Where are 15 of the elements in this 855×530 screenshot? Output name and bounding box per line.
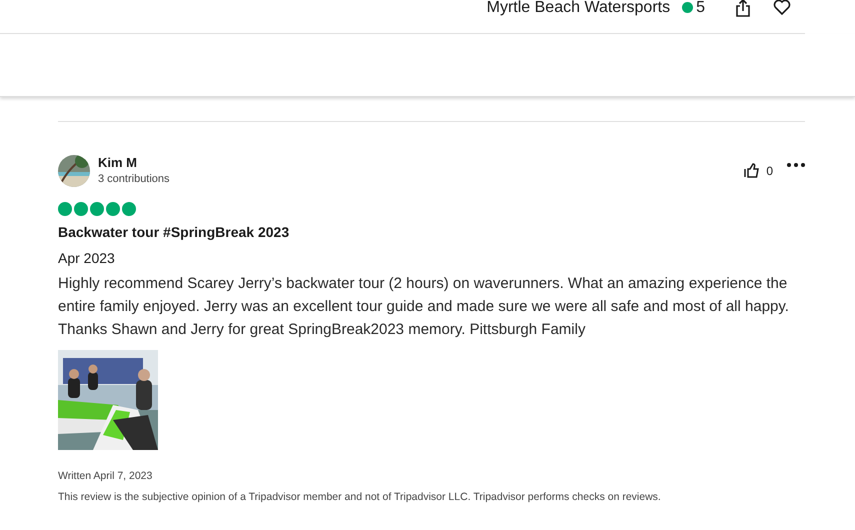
review-date: Apr 2023 <box>58 249 116 268</box>
review-title: Backwater tour #SpringBreak 2023 <box>58 223 290 242</box>
rating-dot-icon <box>682 2 694 13</box>
disclaimer-text: This review is the subjective opinion of a Tripadvisor member and not of Tripadvisor LLC. Tripadvisor performs checks on reviews. <box>58 490 662 504</box>
business-name: Myrtle Beach Watersports <box>486 0 670 16</box>
rating-count: 5 <box>696 0 705 16</box>
contributions-count: 3 contributions <box>98 172 171 187</box>
heart-icon[interactable] <box>773 0 791 15</box>
avatar[interactable] <box>58 155 90 187</box>
share-icon[interactable] <box>735 0 751 17</box>
helpful-button[interactable]: 0 <box>744 163 773 178</box>
review-text: Highly recommend Scarey Jerry’s backwater tour (2 hours) on waverunners. What an amazing experience the entire family enjoyed. Jerry was an excellent tour guide and made sure we were all safe and most of all happy. Thanks Shawn and Jerry for great SpringBreak2023 memory. Pittsburgh Family <box>58 274 790 340</box>
author-name[interactable]: Kim M <box>98 155 744 171</box>
written-date: Written April 7, 2023 <box>58 469 154 483</box>
more-options-icon[interactable] <box>787 163 805 167</box>
